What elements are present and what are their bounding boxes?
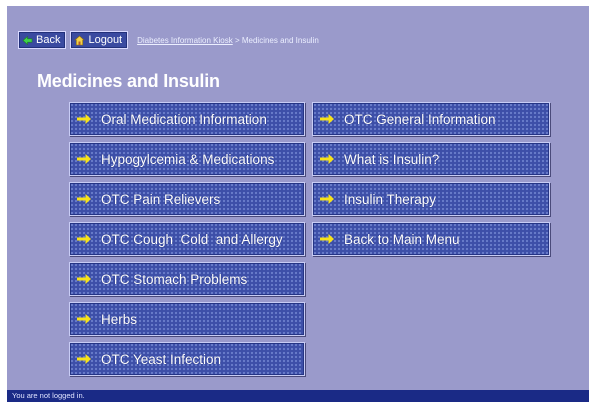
- menu-button-otc-pain-relievers[interactable]: OTC Pain Relievers: [69, 182, 305, 216]
- menu-button-otc-stomach-problems[interactable]: OTC Stomach Problems: [69, 262, 305, 296]
- right-arrow-icon: [76, 311, 92, 327]
- menu-button-label: Back to Main Menu: [344, 231, 460, 247]
- menu-button-herbs[interactable]: Herbs: [69, 302, 305, 336]
- kiosk-screen: Back Logout Diabetes Information Kiosk >…: [7, 6, 589, 402]
- status-bar: You are not logged in.: [7, 390, 589, 402]
- menu-column-left: Oral Medication Information Hypogylcemia…: [69, 102, 305, 382]
- menu-column-right: OTC General Information What is Insulin?…: [312, 102, 550, 262]
- home-icon: [74, 35, 86, 46]
- right-arrow-icon: [76, 271, 92, 287]
- menu-button-label: Hypogylcemia & Medications: [101, 151, 275, 167]
- menu-button-label: Oral Medication Information: [101, 111, 267, 127]
- breadcrumb-separator: >: [232, 35, 242, 45]
- right-arrow-icon: [76, 351, 92, 367]
- menu-button-insulin-therapy[interactable]: Insulin Therapy: [312, 182, 550, 216]
- menu-button-label: OTC Cough Cold and Allergy: [101, 231, 283, 247]
- menu-button-label: Herbs: [101, 311, 138, 327]
- menu-button-label: What is Insulin?: [344, 151, 440, 167]
- right-arrow-icon: [319, 111, 335, 127]
- menu-button-label: OTC General Information: [344, 111, 496, 127]
- menu-button-what-is-insulin[interactable]: What is Insulin?: [312, 142, 550, 176]
- back-button[interactable]: Back: [18, 31, 67, 49]
- breadcrumb: Diabetes Information Kiosk > Medicines a…: [137, 36, 319, 45]
- back-button-label: Back: [36, 34, 61, 46]
- left-arrow-icon: [22, 35, 33, 46]
- menu-button-label: OTC Yeast Infection: [101, 351, 222, 367]
- breadcrumb-home-link[interactable]: Diabetes Information Kiosk: [137, 36, 233, 45]
- menu-button-otc-general-information[interactable]: OTC General Information: [312, 102, 550, 136]
- right-arrow-icon: [319, 231, 335, 247]
- menu-button-hypoglycemia[interactable]: Hypogylcemia & Medications: [69, 142, 305, 176]
- right-arrow-icon: [319, 151, 335, 167]
- menu-button-label: OTC Stomach Problems: [101, 271, 248, 287]
- menu-button-oral-medication[interactable]: Oral Medication Information: [69, 102, 305, 136]
- menu-button-label: OTC Pain Relievers: [101, 191, 221, 207]
- logout-button-label: Logout: [88, 34, 123, 46]
- menu-button-label: Insulin Therapy: [344, 191, 437, 207]
- right-arrow-icon: [76, 111, 92, 127]
- toolbar: Back Logout Diabetes Information Kiosk >…: [18, 31, 319, 49]
- logout-button[interactable]: Logout: [70, 31, 129, 49]
- menu-button-otc-cough-cold-allergy[interactable]: OTC Cough Cold and Allergy: [69, 222, 305, 256]
- right-arrow-icon: [76, 191, 92, 207]
- right-arrow-icon: [319, 191, 335, 207]
- page-title: Medicines and Insulin: [37, 71, 220, 91]
- right-arrow-icon: [76, 151, 92, 167]
- breadcrumb-current: Medicines and Insulin: [241, 35, 319, 45]
- menu-button-back-to-main-menu[interactable]: Back to Main Menu: [312, 222, 550, 256]
- menu-button-otc-yeast-infection[interactable]: OTC Yeast Infection: [69, 342, 305, 376]
- right-arrow-icon: [76, 231, 92, 247]
